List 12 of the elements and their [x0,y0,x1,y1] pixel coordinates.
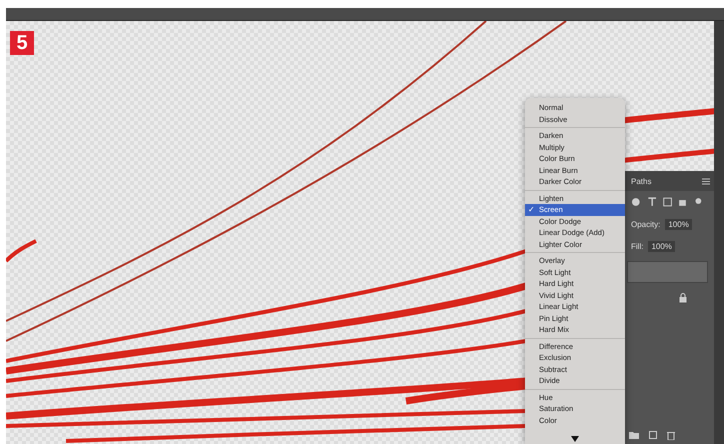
scroll-down-icon[interactable] [571,436,579,442]
folder-icon[interactable] [629,431,639,439]
opacity-field[interactable]: 100% [665,218,692,230]
fill-field[interactable]: 100% [648,240,675,252]
fill-label: Fill: [631,242,644,250]
new-layer-icon[interactable] [649,431,657,439]
opacity-label: Opacity: [631,220,660,228]
trash-icon[interactable] [667,431,675,440]
panel-tab[interactable]: Paths [631,176,652,186]
step-number-badge: 5 [10,31,34,55]
menu-icon[interactable] [702,178,710,184]
lock-icon [679,293,687,303]
